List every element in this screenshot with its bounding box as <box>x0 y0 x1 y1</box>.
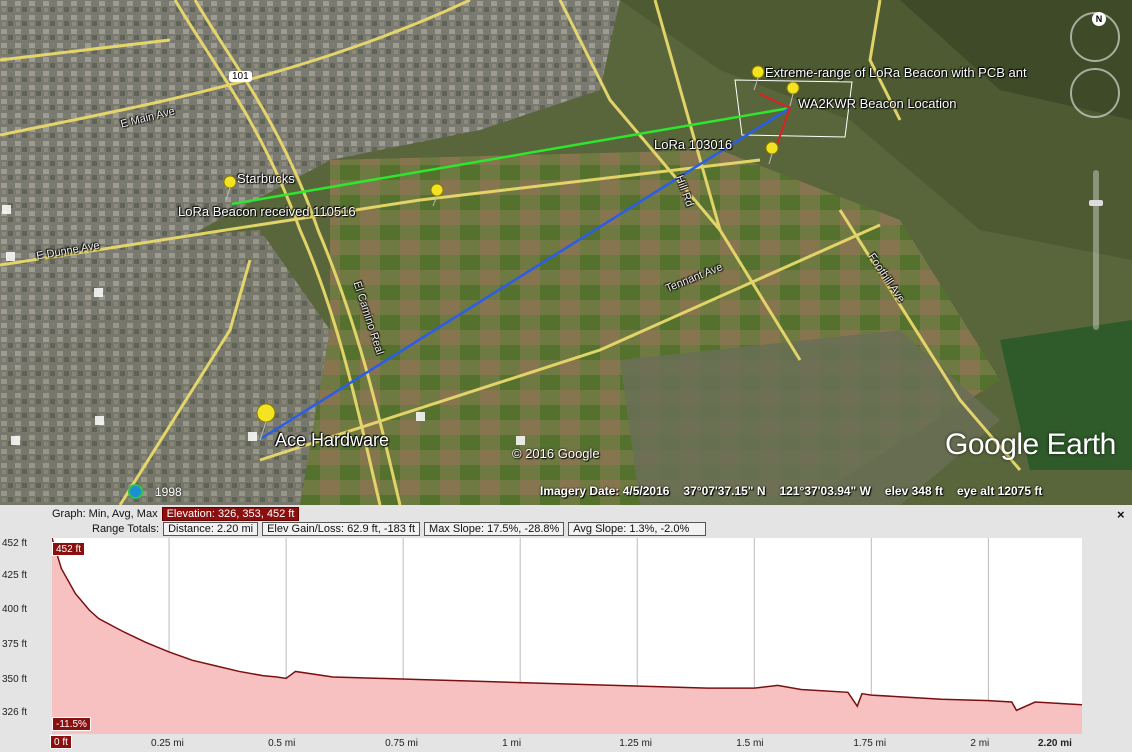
historical-imagery-clock-icon[interactable] <box>128 484 143 499</box>
start-distance-tag: 0 ft <box>50 735 72 749</box>
elevation-readout: elev 348 ft <box>884 484 943 498</box>
elev-gain-loss-box: Elev Gain/Loss: 62.9 ft, -183 ft <box>262 522 421 536</box>
copyright-text: © 2016 Google <box>512 446 600 461</box>
x-tick-label: 0.75 mi <box>385 738 418 749</box>
x-tick-label: 1.75 mi <box>853 738 887 749</box>
slope-tag: -11.5% <box>52 717 91 731</box>
y-tick-label: 400 ft <box>2 604 28 616</box>
navigation-controls[interactable]: N <box>1064 6 1126 124</box>
max-elevation-tag: 452 ft <box>52 542 86 556</box>
eye-altitude: eye alt 12075 ft <box>956 484 1043 498</box>
range-totals-label: Range Totals: <box>92 523 160 535</box>
x-tick-label: 2 mi <box>970 738 990 749</box>
placemark-label-wa2kwr[interactable]: WA2KWR Beacon Location <box>798 96 956 111</box>
elevation-profile-panel: Graph: Min, Avg, Max Elevation: 326, 353… <box>0 505 1132 752</box>
north-icon[interactable]: N <box>1092 12 1106 26</box>
y-tick-label: 452 ft <box>2 538 28 549</box>
elevation-plot[interactable] <box>51 537 1083 734</box>
y-tick-label: 326 ft <box>2 707 28 719</box>
y-tick-label: 425 ft <box>2 569 28 581</box>
status-bar: Imagery Date: 4/5/2016 37°07'37.15" N 12… <box>540 484 1042 498</box>
max-slope-box: Max Slope: 17.5%, -28.8% <box>424 522 565 536</box>
graph-label: Graph: Min, Avg, Max <box>52 508 158 520</box>
distance-box: Distance: 2.20 mi <box>163 522 259 536</box>
x-tick-label: 0.25 mi <box>151 738 184 749</box>
zoom-slider[interactable] <box>1089 170 1103 330</box>
placemark-label-extreme[interactable]: Extreme-range of LoRa Beacon with PCB an… <box>765 65 1027 80</box>
profile-header: Graph: Min, Avg, Max Elevation: 326, 353… <box>0 505 1132 537</box>
elevation-summary: Elevation: 326, 353, 452 ft <box>161 507 300 521</box>
end-distance-label: 2.20 mi <box>1038 738 1072 749</box>
compass-ring-icon[interactable]: N <box>1070 12 1120 62</box>
highway-shield: 101 <box>229 71 252 82</box>
longitude: 121°37'03.94" W <box>779 484 871 498</box>
zoom-slider-knob[interactable] <box>1089 200 1103 206</box>
google-earth-logo: Google Earth <box>945 428 1116 461</box>
placemark-label-lora110516[interactable]: LoRa Beacon received 110516 <box>178 204 356 219</box>
y-tick-label: 375 ft <box>2 639 28 651</box>
latitude: 37°07'37.15" N <box>683 484 766 498</box>
y-tick-label: 350 ft <box>2 673 28 685</box>
google-earth-window: Extreme-range of LoRa Beacon with PCB an… <box>0 0 1132 752</box>
historical-imagery-year[interactable]: 1998 <box>155 485 182 499</box>
imagery-date: Imagery Date: 4/5/2016 <box>540 484 670 498</box>
x-tick-label: 1.5 mi <box>736 738 764 749</box>
elevation-area <box>52 538 1082 734</box>
x-tick-label: 1 mi <box>502 738 522 749</box>
x-tick-label: 1.25 mi <box>619 738 653 749</box>
map-view[interactable]: Extreme-range of LoRa Beacon with PCB an… <box>0 0 1132 505</box>
close-profile-button[interactable]: × <box>1117 507 1125 522</box>
placemark-label-starbucks[interactable]: Starbucks <box>237 171 295 186</box>
look-joystick-icon[interactable] <box>1070 68 1120 118</box>
x-tick-label: 0.5 mi <box>268 738 296 749</box>
avg-slope-box: Avg Slope: 1.3%, -2.0% <box>568 522 707 536</box>
placemark-label-lora103016[interactable]: LoRa 103016 <box>654 137 732 152</box>
elevation-chart-svg <box>51 537 1083 734</box>
placemark-label-ace[interactable]: Ace Hardware <box>275 430 389 451</box>
